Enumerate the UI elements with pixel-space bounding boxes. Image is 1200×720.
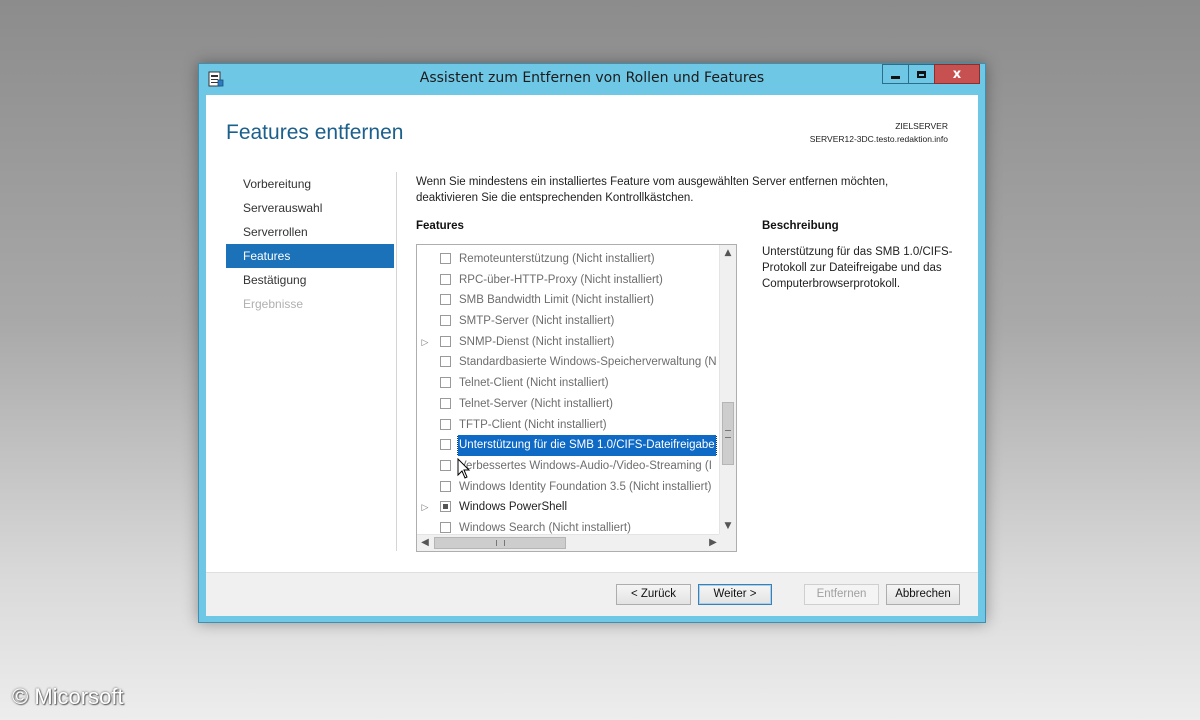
feature-label: Standardbasierte Windows-Speicherverwalt…	[459, 356, 717, 369]
feature-checkbox[interactable]	[440, 501, 451, 513]
scroll-up-icon[interactable]: ▲	[720, 245, 736, 261]
watermark: © Micorsoft	[12, 684, 124, 709]
wizard-footer: < Zurück Weiter > Entfernen Abbrechen	[206, 572, 978, 616]
feature-row[interactable]: SMB Bandwidth Limit (Nicht installiert)	[417, 290, 720, 311]
vertical-scrollbar[interactable]: ▲ ▼	[719, 245, 736, 534]
cancel-button[interactable]: Abbrechen	[886, 584, 960, 605]
expand-arrow-icon[interactable]: ▷	[420, 332, 430, 353]
feature-label: Windows PowerShell	[459, 501, 568, 514]
back-button[interactable]: < Zurück	[616, 584, 691, 605]
scroll-left-icon[interactable]: ◀	[417, 535, 433, 551]
feature-checkbox[interactable]	[440, 253, 451, 264]
window-title: Assistent zum Entfernen von Rollen und F…	[419, 70, 765, 86]
nav-divider	[396, 172, 397, 551]
mouse-cursor-icon	[457, 458, 471, 479]
description-text: Unterstützung für das SMB 1.0/CIFS-Proto…	[762, 246, 953, 290]
feature-row[interactable]: ▷ SNMP-Dienst (Nicht installiert)	[417, 332, 720, 353]
feature-checkbox[interactable]	[440, 439, 451, 451]
feature-row[interactable]: TFTP-Client (Nicht installiert)	[417, 415, 720, 436]
feature-label: Telnet-Client (Nicht installiert)	[459, 377, 609, 390]
nav-item-features[interactable]: Features	[226, 244, 394, 268]
feature-row[interactable]: Unterstützung für die SMB 1.0/CIFS-Datei…	[417, 435, 720, 456]
feature-label: Verbessertes Windows-Audio-/Video-Stream…	[459, 459, 712, 472]
feature-checkbox[interactable]	[440, 315, 451, 327]
destination-server: SERVER12-3DC.testo.redaktion.info	[809, 134, 948, 144]
feature-label: TFTP-Client (Nicht installiert)	[459, 418, 607, 431]
feature-label: Windows Identity Foundation 3.5 (Nicht i…	[459, 480, 712, 493]
wizard-window: Assistent zum Entfernen von Rollen und F…	[198, 63, 986, 623]
nav-item-serverrollen[interactable]: Serverrollen	[226, 220, 394, 244]
feature-label: Telnet-Server (Nicht installiert)	[459, 397, 614, 410]
horizontal-scroll-thumb[interactable]	[434, 537, 566, 549]
nav-item-serverauswahl[interactable]: Serverauswahl	[226, 196, 394, 220]
wizard-client-area: Features entfernen ZIELSERVER SERVER12-3…	[206, 95, 978, 616]
feature-row[interactable]: Standardbasierte Windows-Speicherverwalt…	[417, 352, 720, 373]
scroll-down-icon[interactable]: ▼	[720, 518, 736, 534]
features-tree[interactable]: Remoteunterstützung (Nicht installiert) R…	[416, 244, 737, 552]
feature-row[interactable]: ▷ Windows PowerShell	[417, 497, 720, 518]
maximize-icon	[917, 70, 926, 78]
feature-checkbox[interactable]	[440, 273, 451, 285]
feature-row[interactable]: SMTP-Server (Nicht installiert)	[417, 311, 720, 332]
next-button[interactable]: Weiter >	[698, 584, 772, 605]
feature-label: SNMP-Dienst (Nicht installiert)	[459, 335, 615, 348]
close-button[interactable]: x	[934, 64, 980, 84]
feature-checkbox[interactable]	[440, 335, 451, 347]
destination-server-info: ZIELSERVER SERVER12-3DC.testo.redaktion.…	[810, 120, 948, 146]
feature-label: RPC-über-HTTP-Proxy (Nicht installiert)	[459, 273, 663, 286]
feature-checkbox[interactable]	[440, 418, 451, 430]
close-icon: x	[952, 66, 962, 82]
feature-checkbox[interactable]	[440, 356, 451, 368]
wizard-nav: Vorbereitung Serverauswahl Serverrollen …	[226, 172, 394, 316]
nav-item-ergebnisse: Ergebnisse	[243, 297, 304, 311]
feature-checkbox[interactable]	[440, 397, 451, 409]
feature-checkbox[interactable]	[440, 480, 451, 492]
expand-arrow-icon[interactable]: ▷	[420, 497, 430, 518]
feature-checkbox[interactable]	[440, 294, 451, 306]
feature-checkbox[interactable]	[440, 459, 451, 471]
feature-checkbox[interactable]	[440, 521, 451, 533]
feature-row[interactable]: Telnet-Server (Nicht installiert)	[417, 394, 720, 415]
grip-icon	[725, 430, 731, 438]
features-tree-rows: Remoteunterstützung (Nicht installiert) R…	[417, 249, 720, 539]
remove-button: Entfernen	[804, 584, 879, 605]
vertical-scroll-thumb[interactable]	[722, 402, 734, 465]
grip-icon	[496, 540, 505, 546]
feature-label: Unterstützung für die SMB 1.0/CIFS-Datei…	[457, 435, 717, 456]
feature-row[interactable]: Remoteunterstützung (Nicht installiert)	[417, 249, 720, 270]
maximize-button[interactable]	[908, 64, 935, 84]
feature-label: SMB Bandwidth Limit (Nicht installiert)	[459, 294, 654, 307]
description-heading: Beschreibung	[762, 220, 839, 232]
nav-item-vorbereitung[interactable]: Vorbereitung	[226, 172, 394, 196]
minimize-button[interactable]	[882, 64, 909, 84]
feature-row[interactable]: RPC-über-HTTP-Proxy (Nicht installiert)	[417, 270, 720, 291]
horizontal-scrollbar[interactable]: ◀ ▶	[417, 534, 721, 551]
scrollbar-corner	[719, 534, 736, 551]
nav-item-bestaetigung[interactable]: Bestätigung	[226, 268, 394, 292]
feature-label: Remoteunterstützung (Nicht installiert)	[459, 253, 655, 265]
destination-label: ZIELSERVER	[895, 121, 948, 131]
title-bar[interactable]: Assistent zum Entfernen von Rollen und F…	[199, 64, 985, 94]
page-title: Features entfernen	[226, 121, 404, 144]
feature-label: SMTP-Server (Nicht installiert)	[459, 315, 615, 328]
feature-row[interactable]: Telnet-Client (Nicht installiert)	[417, 373, 720, 394]
intro-text: Wenn Sie mindestens ein installiertes Fe…	[416, 176, 889, 204]
feature-checkbox[interactable]	[440, 377, 451, 389]
features-heading: Features	[416, 220, 464, 232]
minimize-icon	[891, 75, 900, 79]
